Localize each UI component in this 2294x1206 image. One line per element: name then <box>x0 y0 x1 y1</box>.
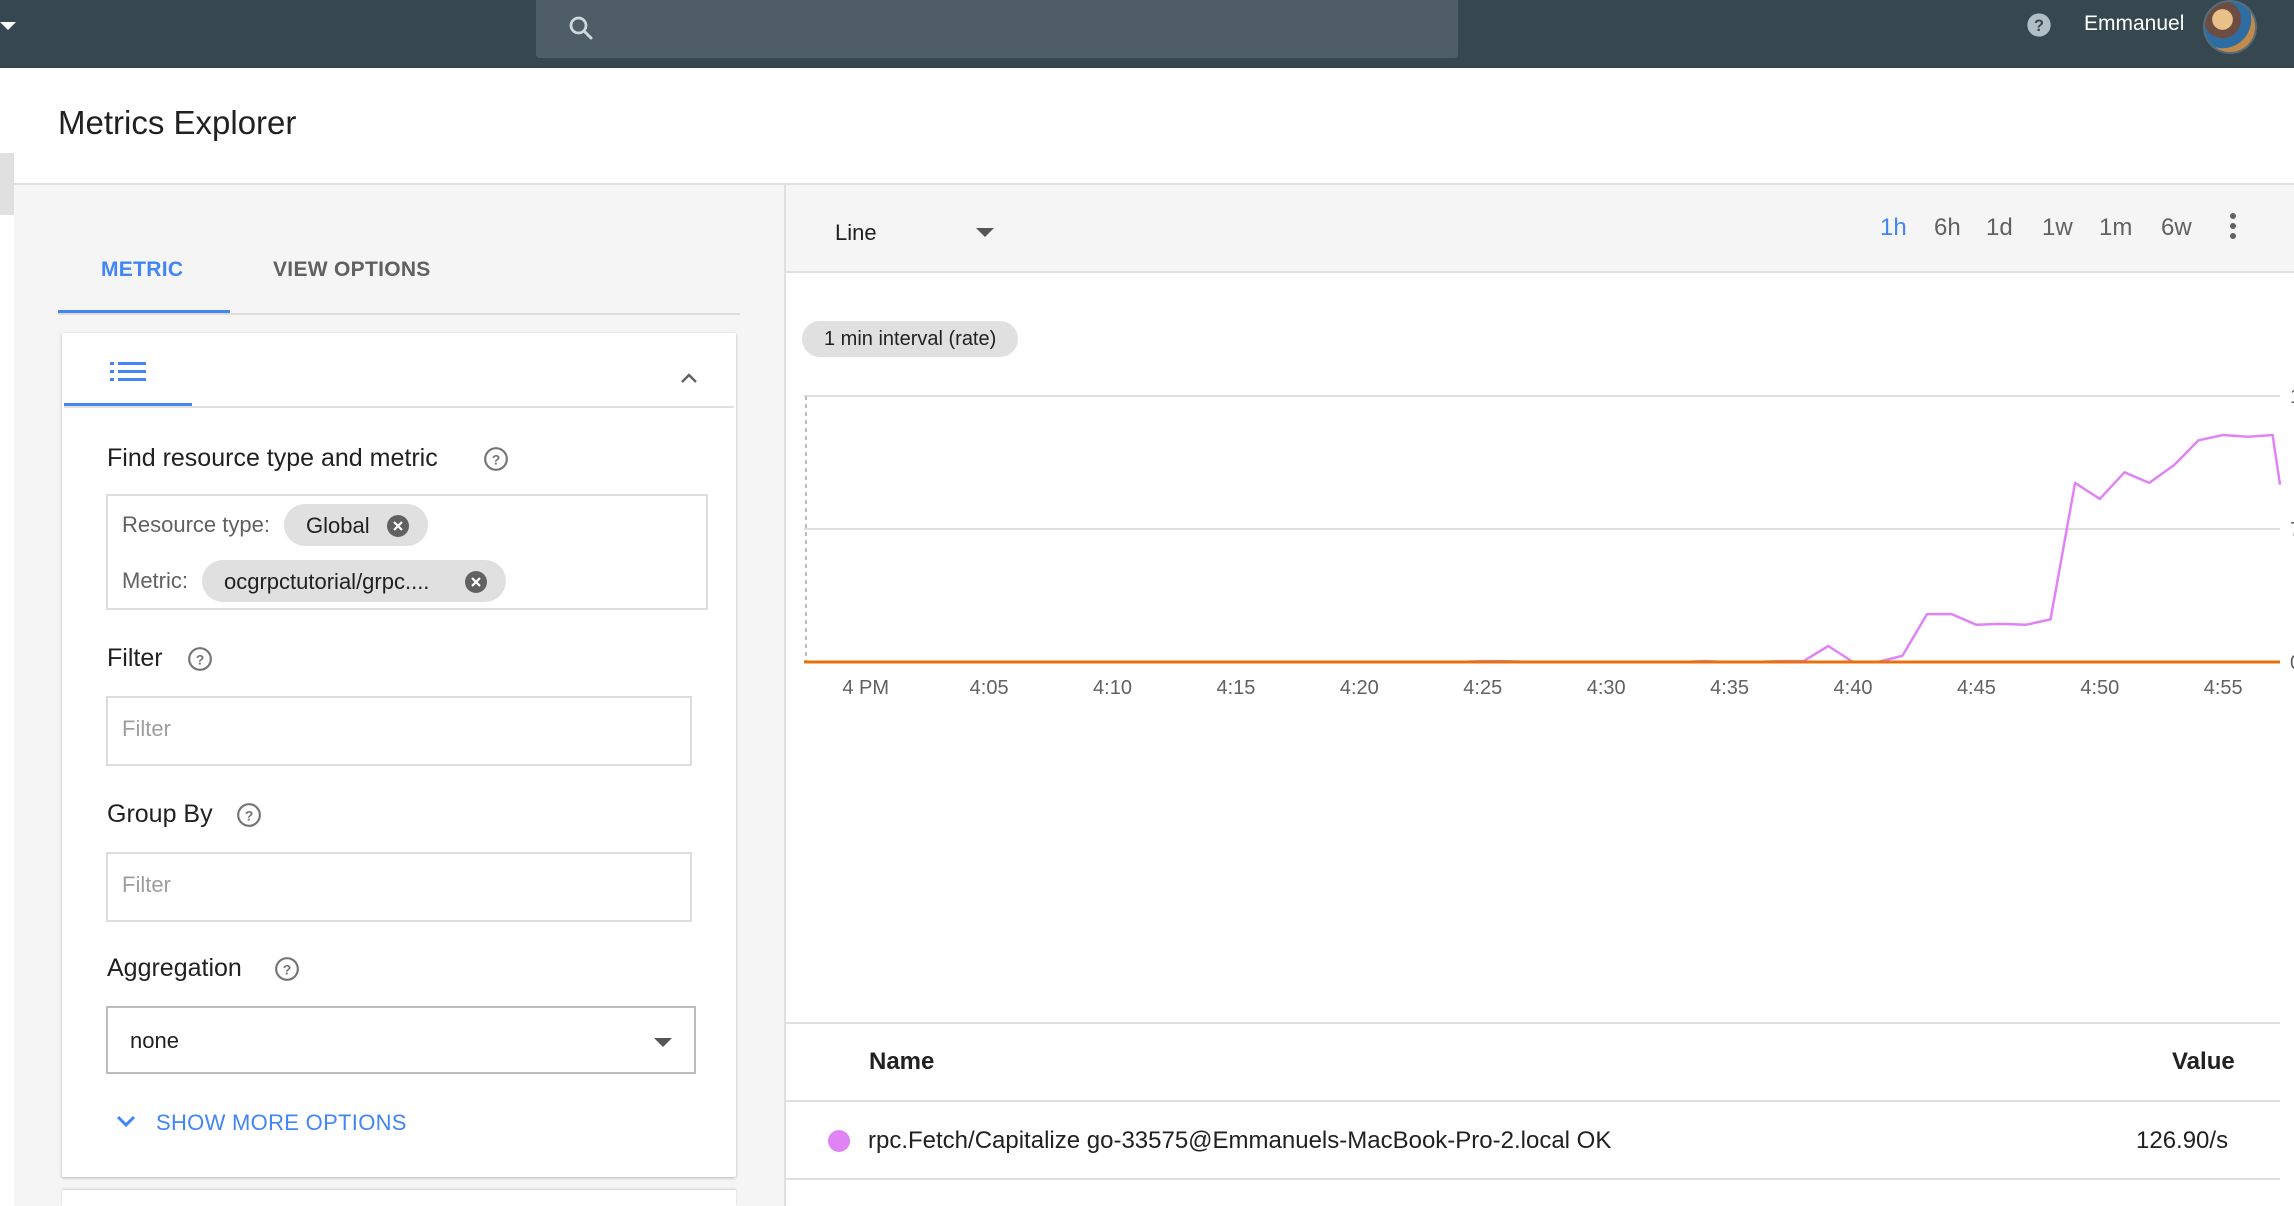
legend-series-value: 126.90/s <box>2136 1127 2229 1154</box>
chevron-down-icon <box>116 1115 136 1128</box>
x-tick-label: 4:45 <box>1957 677 1996 699</box>
next-card <box>62 1190 736 1206</box>
search-bar[interactable] <box>536 0 1458 58</box>
caret-down-icon[interactable] <box>0 22 16 30</box>
legend-value-header[interactable]: Value <box>2172 1048 2235 1076</box>
x-tick-label: 4:25 <box>1463 677 1502 699</box>
legend-series-name[interactable]: rpc.Fetch/Capitalize go-33575@Emmanuels-… <box>868 1127 1611 1155</box>
help-outline-icon[interactable]: ? <box>274 956 300 982</box>
x-tick-label: 4:10 <box>1093 677 1132 699</box>
group-by-label: Group By <box>107 800 213 828</box>
chart-series <box>804 433 2282 664</box>
resource-type-chip[interactable]: Global <box>284 504 428 546</box>
y-tick-label: 150/s <box>2290 386 2294 408</box>
resource-type-value: Global <box>306 513 370 538</box>
filter-input[interactable] <box>122 716 672 742</box>
aggregation-select[interactable]: none <box>106 1006 696 1074</box>
y-axis: 0 75/s 150/s <box>2290 386 2294 674</box>
resource-type-label: Resource type: <box>122 512 270 537</box>
tab-view-options[interactable]: VIEW OPTIONS <box>273 258 431 282</box>
filter-label: Filter <box>107 644 163 672</box>
legend-divider <box>786 1178 2280 1180</box>
x-tick-label: 4:35 <box>1710 677 1749 699</box>
x-tick-label: 4:30 <box>1587 677 1626 699</box>
help-outline-icon[interactable]: ? <box>187 646 213 672</box>
tabs-divider <box>58 313 740 315</box>
show-more-options-label: SHOW MORE OPTIONS <box>156 1110 407 1135</box>
tab-metric[interactable]: METRIC <box>101 258 183 282</box>
find-resource-label: Find resource type and metric <box>107 444 438 472</box>
chart-grid <box>804 395 2280 663</box>
side-nav-edge <box>0 153 14 215</box>
x-axis: 4 PM 4:05 4:10 4:15 4:20 4:25 4:30 4:35 4:40 4:45… <box>842 677 2242 699</box>
svg-text:?: ? <box>492 451 501 467</box>
legend-divider <box>786 1100 2280 1102</box>
card-tab-divider <box>64 406 734 408</box>
interval-chip: 1 min interval (rate) <box>802 321 1019 357</box>
svg-text:?: ? <box>196 651 205 667</box>
avatar[interactable] <box>2203 0 2257 54</box>
range-1w-button[interactable]: 1w <box>2042 214 2073 242</box>
list-icon[interactable] <box>110 360 146 384</box>
range-1h-button[interactable]: 1h <box>1880 214 1907 242</box>
group-by-input[interactable] <box>122 872 672 898</box>
search-icon[interactable] <box>566 13 596 43</box>
series-color-dot <box>828 1130 850 1152</box>
username[interactable]: Emmanuel <box>2084 12 2184 36</box>
metric-label: Metric: <box>122 568 188 593</box>
dropdown-arrow-icon[interactable] <box>654 1038 672 1047</box>
close-icon[interactable] <box>386 514 410 538</box>
filter-field[interactable] <box>106 696 692 766</box>
svg-text:?: ? <box>283 961 292 977</box>
group-by-field[interactable] <box>106 852 692 922</box>
chevron-up-icon[interactable] <box>678 370 700 386</box>
x-tick-label: 4:20 <box>1340 677 1379 699</box>
close-icon[interactable] <box>464 570 488 594</box>
more-vert-icon[interactable] <box>2228 212 2238 240</box>
page-title: Metrics Explorer <box>58 104 297 141</box>
y-tick-label: 75/s <box>2290 519 2294 541</box>
x-tick-label: 4:15 <box>1216 677 1255 699</box>
aggregation-value: none <box>130 1028 179 1053</box>
range-1m-button[interactable]: 1m <box>2099 214 2132 242</box>
x-tick-label: 4:50 <box>2080 677 2119 699</box>
svg-text:?: ? <box>2034 17 2044 35</box>
help-outline-icon[interactable]: ? <box>236 802 262 828</box>
top-app-bar: ? Emmanuel <box>0 0 2294 68</box>
series-line-rpc-fetch <box>804 433 2282 664</box>
legend-name-header[interactable]: Name <box>869 1048 934 1076</box>
x-tick-label: 4:05 <box>970 677 1009 699</box>
x-tick-label: 4:40 <box>1834 677 1873 699</box>
resource-metric-selector[interactable]: Resource type: Global Metric: ocgrpctuto… <box>106 494 708 610</box>
range-6h-button[interactable]: 6h <box>1934 214 1961 242</box>
x-tick-label: 4 PM <box>842 677 889 699</box>
svg-text:?: ? <box>245 807 254 823</box>
range-1d-button[interactable]: 1d <box>1986 214 2013 242</box>
help-icon[interactable]: ? <box>2025 11 2053 39</box>
aggregation-label: Aggregation <box>107 954 242 982</box>
legend-divider <box>786 1022 2280 1024</box>
range-6w-button[interactable]: 6w <box>2161 214 2192 242</box>
help-outline-icon[interactable]: ? <box>483 446 509 472</box>
dropdown-arrow-icon[interactable] <box>976 228 994 237</box>
metric-value: ocgrpctutorial/grpc.... <box>224 569 430 594</box>
y-tick-label: 0 <box>2290 652 2294 674</box>
metric-chip[interactable]: ocgrpctutorial/grpc.... <box>202 560 506 602</box>
line-chart: 075/s150/s 4 PM4:054:104:154:204:254:304… <box>804 386 2294 699</box>
x-tick-label: 4:55 <box>2204 677 2243 699</box>
chart-type-select[interactable]: Line <box>835 220 877 246</box>
